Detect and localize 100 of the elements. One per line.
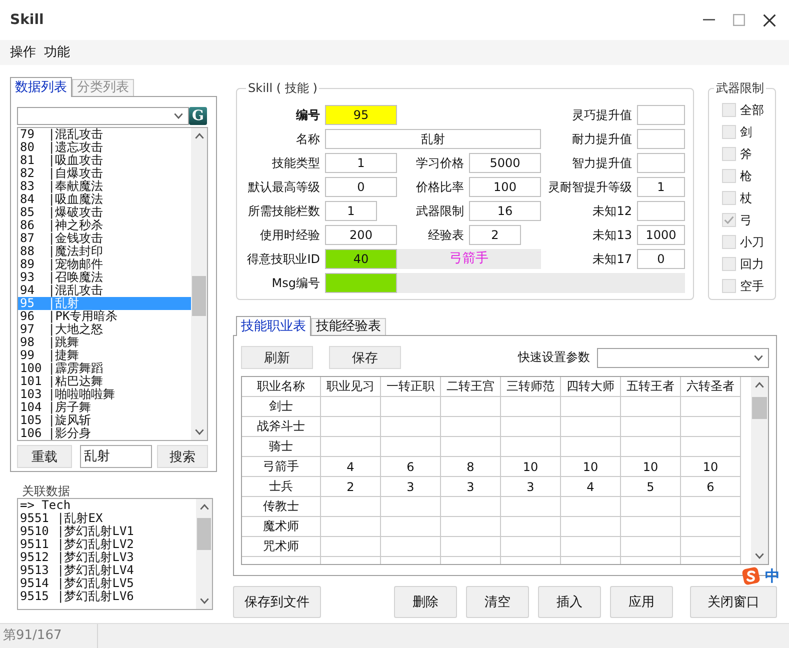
table-cell <box>321 437 381 457</box>
text-field[interactable]: 100 <box>469 177 541 197</box>
text-field[interactable]: 1 <box>637 177 685 197</box>
text-field[interactable]: 0 <box>637 249 685 269</box>
text-field[interactable] <box>637 153 685 173</box>
table-cell <box>381 437 441 457</box>
list-item[interactable]: 93 |召唤魔法 <box>18 271 191 284</box>
maximize-icon[interactable] <box>733 14 745 26</box>
tab[interactable]: 技能职业表 <box>236 316 311 336</box>
list-item[interactable]: 9512 |梦幻乱射LV3 <box>18 551 196 564</box>
field-label: 快速设置参数 <box>518 349 590 366</box>
checkbox[interactable] <box>722 213 736 227</box>
field-label: 灵巧提升值 <box>572 107 633 123</box>
list-item[interactable]: 9515 |梦幻乱射LV6 <box>18 590 196 603</box>
table-cell <box>321 397 381 417</box>
checkbox[interactable] <box>722 235 736 249</box>
list-item[interactable]: 96 |PK专用暗杀 <box>18 310 191 323</box>
list-item[interactable]: 100 |霹雳舞蹈 <box>18 362 191 375</box>
search-field[interactable]: 乱射 <box>80 445 152 468</box>
list-item[interactable]: 9513 |梦幻乱射LV4 <box>18 564 196 577</box>
minimize-icon[interactable] <box>703 19 715 21</box>
tab[interactable]: 技能经验表 <box>311 318 386 335</box>
table-cell: 士兵 <box>242 477 321 497</box>
text-field[interactable]: 1 <box>325 153 397 173</box>
close-icon[interactable] <box>763 14 776 26</box>
list-item[interactable]: 88 |魔法封印 <box>18 245 191 258</box>
text-field[interactable]: 40 <box>325 249 397 269</box>
checkbox[interactable] <box>722 279 736 293</box>
checkbox[interactable] <box>722 103 736 117</box>
text-field[interactable] <box>637 201 685 221</box>
checkbox[interactable] <box>722 125 736 139</box>
save-to-file-button[interactable]: 保存到文件 <box>233 586 321 618</box>
list-item[interactable]: 106 |影分身 <box>18 427 191 440</box>
field-label: 得意技职业ID <box>247 251 321 267</box>
list-item[interactable]: 97 |大地之怒 <box>18 323 191 336</box>
list-item[interactable]: 9510 |梦幻乱射LV1 <box>18 525 196 538</box>
text-field[interactable] <box>325 273 397 293</box>
list-item[interactable]: 79 |混乱攻击 <box>18 128 191 141</box>
scrollbar-thumb[interactable] <box>192 276 206 316</box>
ime-mode-indicator[interactable]: 中 <box>765 567 780 585</box>
list-item[interactable]: 94 |混乱攻击 <box>18 284 191 297</box>
reload-button[interactable]: 重载 <box>17 445 72 468</box>
list-item[interactable]: 9511 |梦幻乱射LV2 <box>18 538 196 551</box>
list-item[interactable]: => Tech <box>18 499 196 512</box>
text-field[interactable]: 200 <box>325 225 397 245</box>
list-item[interactable]: 101 |粘巴达舞 <box>18 375 191 388</box>
action-button[interactable]: 清空 <box>466 586 529 618</box>
list-item[interactable]: 9514 |梦幻乱射LV5 <box>18 577 196 590</box>
scrollbar[interactable] <box>196 499 212 609</box>
checkbox[interactable] <box>722 257 736 271</box>
toolbar-button[interactable]: 刷新 <box>241 346 313 369</box>
column-header: 三转师范 <box>501 377 561 397</box>
list-item[interactable]: 99 |捷舞 <box>18 349 191 362</box>
text-field[interactable]: 2 <box>469 225 521 245</box>
scrollbar-thumb[interactable] <box>752 397 767 419</box>
close-window-button[interactable]: 关闭窗口 <box>690 586 777 618</box>
list-item[interactable]: 87 |金钱攻击 <box>18 232 191 245</box>
text-field[interactable]: 1000 <box>637 225 685 245</box>
list-item[interactable]: 85 |爆破攻击 <box>18 206 191 219</box>
list-item[interactable]: 82 |自爆攻击 <box>18 167 191 180</box>
quick-set-dropdown[interactable] <box>597 348 769 368</box>
list-item[interactable]: 80 |遗忘攻击 <box>18 141 191 154</box>
list-item[interactable]: 83 |奉献魔法 <box>18 180 191 193</box>
scrollbar[interactable] <box>751 377 768 564</box>
go-button[interactable]: G <box>189 107 207 125</box>
list-item[interactable]: 9551 |乱射EX <box>18 512 196 525</box>
list-item[interactable]: 103 |啪啦啪啦舞 <box>18 388 191 401</box>
text-field[interactable]: 1 <box>325 201 377 221</box>
checkbox[interactable] <box>722 147 736 161</box>
search-button[interactable]: 搜索 <box>157 445 208 468</box>
action-button[interactable]: 应用 <box>610 586 673 618</box>
text-field[interactable]: 16 <box>469 201 541 221</box>
text-field[interactable]: 95 <box>325 105 397 125</box>
tab[interactable]: 数据列表 <box>10 77 72 97</box>
list-item[interactable]: 105 |旋风斩 <box>18 414 191 427</box>
menu-item[interactable]: 操作 <box>6 44 40 62</box>
checkbox[interactable] <box>722 191 736 205</box>
action-button[interactable]: 删除 <box>394 586 457 618</box>
scrollbar-thumb[interactable] <box>197 518 211 550</box>
list-item[interactable]: 89 |宠物邮件 <box>18 258 191 271</box>
scrollbar[interactable] <box>191 128 207 440</box>
text-field[interactable] <box>637 105 685 125</box>
text-field[interactable] <box>637 129 685 149</box>
filter-dropdown[interactable] <box>17 107 189 125</box>
list-item[interactable]: 98 |跳舞 <box>18 336 191 349</box>
toolbar-button[interactable]: 保存 <box>329 346 401 369</box>
list-item[interactable]: 84 |吸血魔法 <box>18 193 191 206</box>
list-item[interactable]: 81 |吸血攻击 <box>18 154 191 167</box>
action-button[interactable]: 插入 <box>538 586 601 618</box>
list-item[interactable]: 86 |神之秒杀 <box>18 219 191 232</box>
list-item[interactable]: 104 |房子舞 <box>18 401 191 414</box>
checkbox[interactable] <box>722 169 736 183</box>
menu-item[interactable]: 功能 <box>40 44 74 62</box>
table-cell: 3 <box>501 477 561 497</box>
table-cell <box>561 437 621 457</box>
text-field[interactable]: 乱射 <box>325 129 541 149</box>
table-cell <box>501 417 561 437</box>
field-label: 学习价格 <box>416 155 465 171</box>
text-field[interactable]: 0 <box>325 177 397 197</box>
text-field[interactable]: 5000 <box>469 153 541 173</box>
